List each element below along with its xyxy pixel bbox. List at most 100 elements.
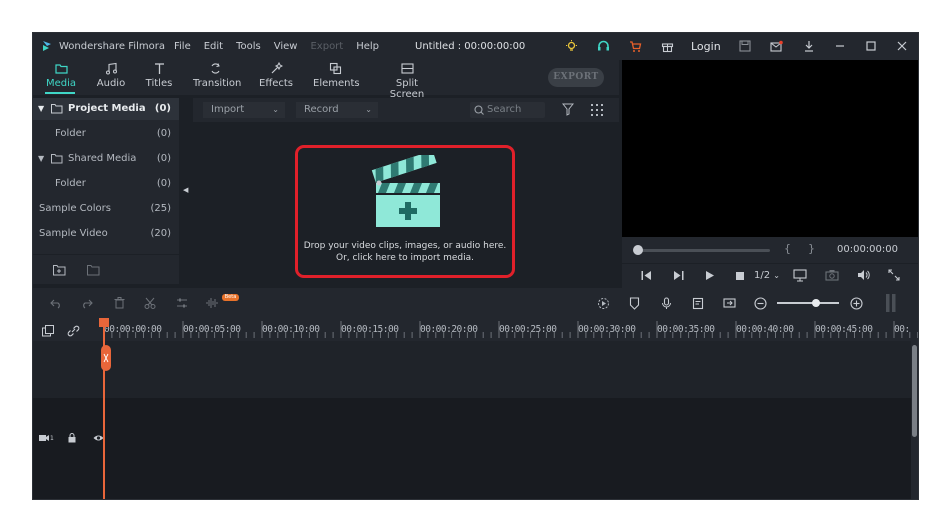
zoom-slider-handle[interactable]: [812, 299, 820, 307]
expand-arrow-icon[interactable]: ▼: [38, 104, 44, 113]
sidebar-item-count: (0): [156, 128, 171, 139]
sidebar-collapse-handle[interactable]: ◀: [179, 98, 192, 284]
import-dropdown[interactable]: Import ⌄: [203, 102, 285, 118]
timeline-pause-indicator[interactable]: [883, 293, 899, 313]
menu-file[interactable]: File: [174, 41, 191, 52]
record-label: Record: [304, 104, 339, 115]
lock-icon[interactable]: [68, 433, 76, 443]
timeline-scrollbar[interactable]: [911, 341, 918, 499]
sidebar-item-label: Project Media: [68, 103, 146, 114]
marker-icon[interactable]: [626, 295, 642, 311]
ruler-label: 00:00:20:00: [420, 324, 478, 335]
tab-audio[interactable]: Audio: [95, 62, 127, 89]
sidebar-item-sample-colors[interactable]: Sample Colors (25): [33, 198, 179, 220]
sidebar-item-shared-media[interactable]: ▼ Shared Media (0): [33, 148, 179, 170]
timeline-track-video-1[interactable]: [33, 398, 911, 499]
preview-controls: { } 00:00:00:00 1/2 ⌄: [622, 237, 918, 288]
stop-icon[interactable]: [735, 271, 745, 281]
snapshot-icon[interactable]: [825, 269, 839, 281]
tab-split-screen[interactable]: Split Screen: [379, 62, 435, 100]
sidebar-item-folder[interactable]: Folder (0): [33, 173, 179, 195]
menu-export: Export: [310, 41, 344, 52]
folder-icon[interactable]: [87, 264, 100, 276]
effects-icon: [271, 62, 283, 74]
ruler-label: 00:00:35:00: [657, 324, 715, 335]
sidebar-item-sample-video[interactable]: Sample Video (20): [33, 223, 179, 245]
close-icon[interactable]: [894, 38, 910, 54]
zoom-slider[interactable]: [777, 302, 839, 304]
step-forward-icon[interactable]: [673, 270, 684, 281]
playhead-handle[interactable]: [101, 345, 111, 371]
tab-effects[interactable]: Effects: [259, 62, 293, 89]
timeline-track-upper[interactable]: [33, 341, 911, 398]
gift-icon[interactable]: [659, 38, 675, 54]
ruler-label: 00:00:10:00: [262, 324, 320, 335]
fullscreen-icon[interactable]: [888, 269, 900, 281]
active-tab-indicator: [45, 92, 75, 94]
record-dropdown[interactable]: Record ⌄: [296, 102, 378, 118]
undo-icon[interactable]: [48, 295, 64, 311]
preview-quality-select[interactable]: 1/2 ⌄: [754, 270, 780, 281]
cut-icon[interactable]: [142, 295, 158, 311]
transition-icon: [211, 63, 220, 74]
tab-transition[interactable]: Transition: [193, 62, 241, 89]
ruler-label: 00:: [894, 324, 910, 335]
sidebar-item-count: (0): [156, 178, 171, 189]
expand-arrow-icon[interactable]: ▼: [38, 154, 44, 163]
menu-tools[interactable]: Tools: [236, 41, 261, 52]
track-controls: 1: [39, 433, 104, 443]
zoom-out-icon[interactable]: [752, 295, 768, 311]
headset-icon[interactable]: [595, 38, 611, 54]
tab-split-screen-label: Split Screen: [389, 78, 425, 100]
delete-icon[interactable]: [111, 295, 127, 311]
mark-out-button[interactable]: }: [808, 242, 815, 255]
scrollbar-thumb[interactable]: [912, 345, 917, 437]
minimize-icon[interactable]: [832, 38, 848, 54]
tab-media[interactable]: Media: [45, 62, 77, 89]
cart-icon[interactable]: [627, 38, 643, 54]
display-settings-icon[interactable]: [793, 269, 807, 282]
grid-view-icon[interactable]: [591, 104, 603, 116]
zoom-in-icon[interactable]: [848, 295, 864, 311]
maximize-icon[interactable]: [863, 38, 879, 54]
snap-icon[interactable]: [721, 295, 737, 311]
add-folder-icon[interactable]: [53, 264, 66, 276]
text-icon: [154, 63, 164, 74]
sidebar-item-project-media[interactable]: ▼ Project Media (0): [33, 98, 179, 120]
download-icon[interactable]: [801, 38, 817, 54]
search-input[interactable]: Search: [470, 102, 545, 118]
redo-icon[interactable]: [79, 295, 95, 311]
save-icon[interactable]: [737, 38, 753, 54]
title-bar: Wondershare Filmora File Edit Tools View…: [33, 33, 918, 60]
microphone-icon[interactable]: [658, 295, 674, 311]
voiceover-icon[interactable]: [690, 295, 706, 311]
add-track-icon[interactable]: [42, 325, 54, 337]
menu-edit[interactable]: Edit: [204, 41, 223, 52]
music-icon: [105, 62, 117, 75]
mark-in-button[interactable]: {: [784, 242, 791, 255]
filter-icon[interactable]: [562, 103, 574, 116]
preview-progress-handle[interactable]: [633, 245, 643, 255]
import-media-dropzone[interactable]: Drop your video clips, images, or audio …: [295, 145, 515, 278]
import-label: Import: [211, 104, 245, 115]
ruler-label: 00:00:15:00: [341, 324, 399, 335]
volume-icon[interactable]: [857, 269, 871, 281]
link-icon[interactable]: [67, 325, 80, 337]
audio-wave-icon[interactable]: [205, 295, 221, 311]
tab-titles[interactable]: Titles: [143, 62, 175, 89]
sidebar-item-folder[interactable]: Folder (0): [33, 123, 179, 145]
folder-icon: [51, 104, 63, 114]
export-button[interactable]: EXPORT: [548, 68, 604, 87]
step-back-icon[interactable]: [641, 270, 652, 281]
play-icon[interactable]: [704, 270, 715, 281]
mail-icon[interactable]: [769, 38, 785, 54]
lightbulb-icon[interactable]: [563, 38, 579, 54]
tab-elements[interactable]: Elements: [313, 62, 360, 89]
sidebar-item-label: Sample Colors: [39, 203, 111, 214]
render-preview-icon[interactable]: [595, 295, 611, 311]
adjust-icon[interactable]: [174, 295, 190, 311]
login-link[interactable]: Login: [691, 40, 721, 53]
preview-progress-bar[interactable]: [636, 249, 770, 252]
menu-view[interactable]: View: [274, 41, 298, 52]
menu-help[interactable]: Help: [356, 41, 379, 52]
